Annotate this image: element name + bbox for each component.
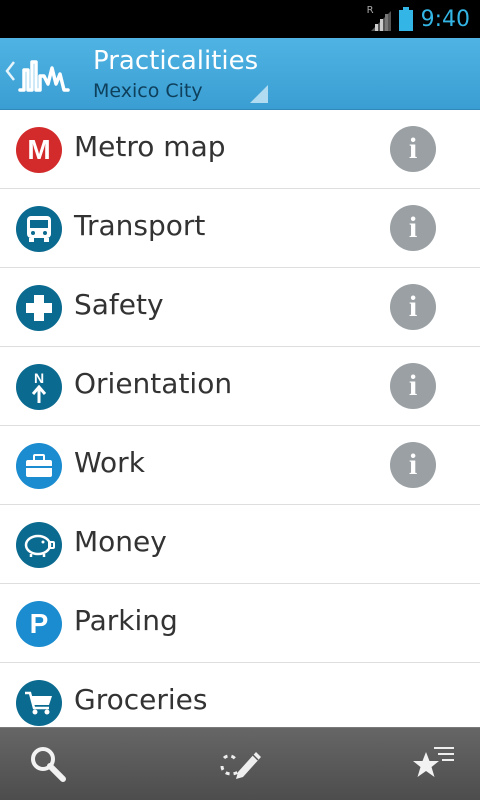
info-icon[interactable]: i <box>390 205 436 251</box>
info-icon[interactable]: i <box>390 126 436 172</box>
list-item-work[interactable]: Work i <box>0 426 480 505</box>
info-glyph: i <box>408 448 418 481</box>
briefcase-icon <box>16 443 62 489</box>
list-item-transport[interactable]: Transport i <box>0 189 480 268</box>
info-glyph: i <box>408 290 418 323</box>
list-item-label: Orientation <box>74 367 233 400</box>
search-icon[interactable] <box>28 744 68 784</box>
first-aid-cross-icon <box>16 285 62 331</box>
info-icon[interactable]: i <box>390 284 436 330</box>
signal-icon: R <box>366 5 391 31</box>
list-item-label: Money <box>74 525 167 558</box>
bus-icon <box>16 206 62 252</box>
practicalities-list: M Metro map i Transport i Safety i N Ori… <box>0 110 480 727</box>
list-item-money[interactable]: Money <box>0 505 480 584</box>
list-item-label: Transport <box>74 209 206 242</box>
list-item-parking[interactable]: P Parking <box>0 584 480 663</box>
page-title: Practicalities <box>93 46 259 76</box>
list-item-label: Metro map <box>74 130 226 163</box>
shopping-cart-icon <box>16 680 62 726</box>
bottom-toolbar <box>0 727 480 800</box>
list-item-label: Parking <box>74 604 178 637</box>
list-item-orientation[interactable]: N Orientation i <box>0 347 480 426</box>
list-item-label: Safety <box>74 288 164 321</box>
action-bar: Practicalities Mexico City <box>0 38 480 110</box>
metro-icon: M <box>16 127 62 173</box>
clock: 9:40 <box>420 6 470 32</box>
info-glyph: i <box>408 211 418 244</box>
piggy-bank-icon <box>16 522 62 568</box>
list-item-safety[interactable]: Safety i <box>0 268 480 347</box>
info-icon[interactable]: i <box>390 363 436 409</box>
list-item-label: Work <box>74 446 145 479</box>
dropdown-triangle-icon[interactable] <box>250 85 268 103</box>
list-item-label: Groceries <box>74 683 208 716</box>
info-glyph: i <box>408 369 418 402</box>
metro-icon-letter: M <box>27 134 51 165</box>
city-selector[interactable]: Mexico City <box>93 80 203 102</box>
list-item-groceries[interactable]: Groceries <box>0 663 480 727</box>
list-item-metro-map[interactable]: M Metro map i <box>0 110 480 189</box>
status-bar: R 9:40 <box>0 0 480 38</box>
parking-icon: P <box>16 601 62 647</box>
north-arrow-icon: N <box>16 364 62 410</box>
info-glyph: i <box>408 132 418 165</box>
favorites-star-icon[interactable] <box>412 744 456 784</box>
route-pencil-icon[interactable] <box>218 744 264 784</box>
battery-icon <box>398 7 413 31</box>
status-right: R 9:40 <box>367 0 470 38</box>
app-logo-icon[interactable] <box>18 54 70 98</box>
roaming-badge: R <box>366 5 374 16</box>
north-letter: N <box>33 370 45 386</box>
info-icon[interactable]: i <box>390 442 436 488</box>
up-caret-icon[interactable] <box>4 60 16 86</box>
parking-letter: P <box>29 608 49 639</box>
